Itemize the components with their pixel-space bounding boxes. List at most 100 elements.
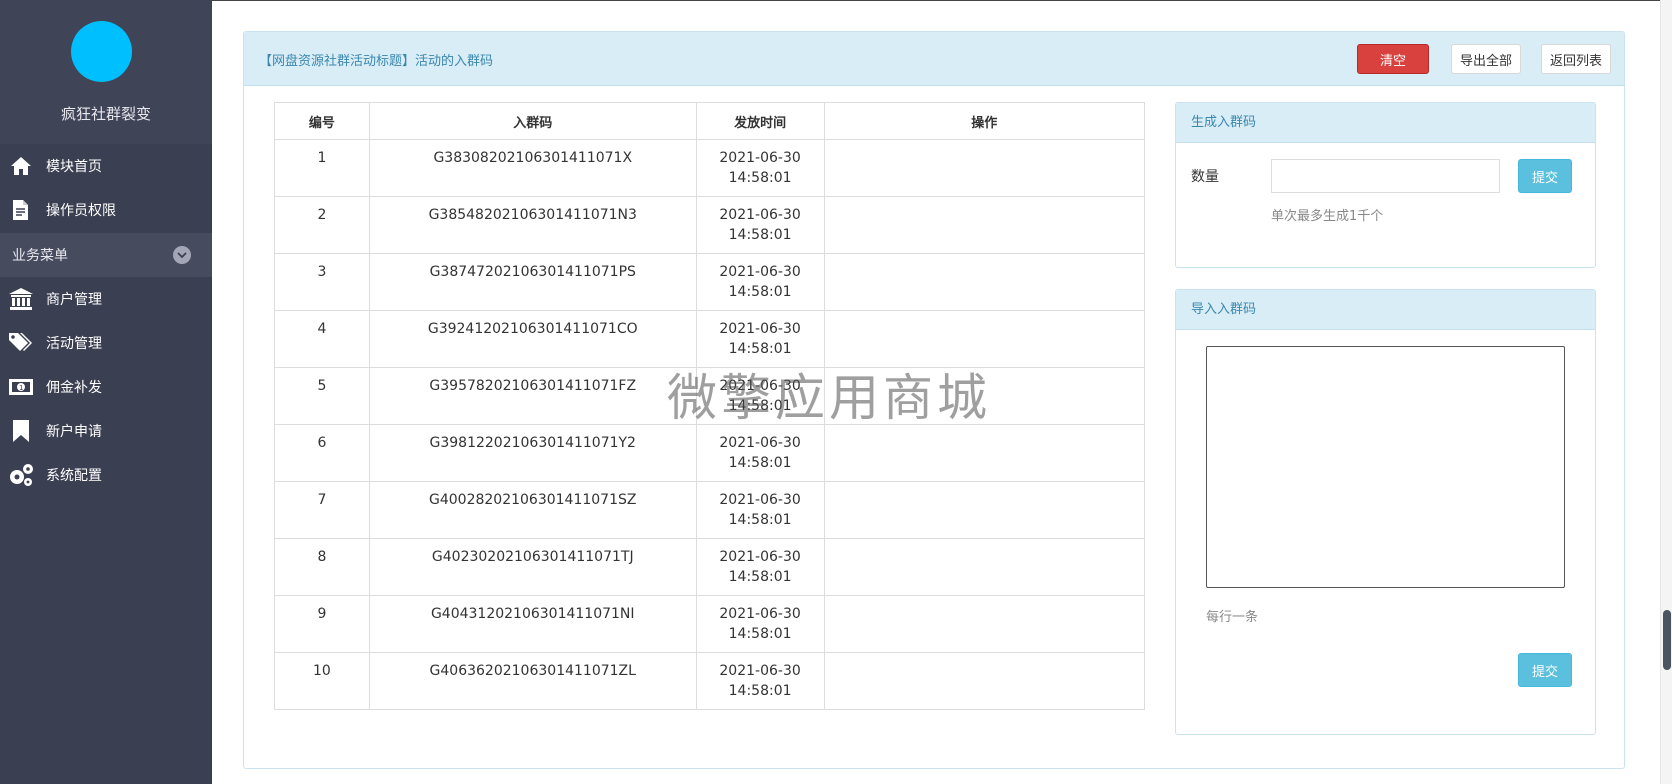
- row-code: G38548202106301411071N3: [368, 196, 697, 254]
- row-code-text: G40431202106301411071NI: [430, 606, 635, 622]
- row-issue-time-text: 2021-06-30: [719, 606, 801, 622]
- row-code-text: G40636202106301411071ZL: [429, 663, 636, 679]
- row-issue-time-text: 14:58:01: [728, 398, 792, 414]
- sidebar-item-system-config[interactable]: 系统配置: [0, 453, 212, 497]
- row-code: G39578202106301411071FZ: [368, 367, 697, 425]
- generate-box-title: 生成入群码: [1176, 103, 1595, 143]
- row-issue-time-text: 14:58:01: [728, 569, 792, 585]
- row-actions: [823, 538, 1146, 596]
- sidebar-item-home[interactable]: 模块首页: [0, 144, 212, 188]
- quantity-input[interactable]: [1271, 159, 1500, 193]
- row-code-text: G38308202106301411071X: [433, 150, 633, 166]
- row-code-text: G39578202106301411071FZ: [429, 378, 637, 394]
- row-actions: [823, 196, 1146, 254]
- row-number: 3: [274, 253, 370, 311]
- sidebar-item-label: 新户申请: [46, 424, 102, 440]
- row-number-text: 8: [317, 549, 327, 565]
- row-code: G40431202106301411071NI: [368, 595, 697, 653]
- row-number: 4: [274, 310, 370, 368]
- edit-document-icon: [8, 197, 34, 223]
- sidebar-item-activity-management[interactable]: 活动管理: [0, 321, 212, 365]
- sidebar-item-operator-permissions[interactable]: 操作员权限: [0, 188, 212, 232]
- table-row: 4 G39241202106301411071CO 2021-06-30 14:58:…: [274, 310, 1146, 368]
- row-number-text: 9: [317, 606, 327, 622]
- page-scrollbar[interactable]: [1660, 0, 1672, 784]
- sidebar-section-business-menu[interactable]: 业务菜单: [0, 233, 212, 277]
- row-number: 5: [274, 367, 370, 425]
- row-code: G40636202106301411071ZL: [368, 652, 697, 710]
- chevron-down-icon[interactable]: [173, 246, 191, 264]
- column-header-actions: 操作: [823, 102, 1146, 140]
- table-row: 10 G40636202106301411071ZL 2021-06-30 14:58…: [274, 652, 1146, 710]
- row-issue-time-text: 2021-06-30: [719, 264, 801, 280]
- sidebar-item-label: 商户管理: [46, 292, 102, 308]
- sidebar-item-label: 操作员权限: [46, 203, 116, 219]
- sidebar-item-commission-reissue[interactable]: 1 佣金补发: [0, 365, 212, 409]
- row-number: 10: [274, 652, 370, 710]
- table-row: 6 G39812202106301411071Y2 2021-06-30 14:58:…: [274, 424, 1146, 482]
- generate-codes-box: 生成入群码 数量 提交 单次最多生成1千个: [1175, 102, 1596, 268]
- clear-button[interactable]: 清空: [1357, 44, 1429, 74]
- row-number-text: 10: [313, 663, 331, 679]
- bank-icon: [8, 286, 34, 312]
- row-issue-time-text: 2021-06-30: [719, 435, 801, 451]
- row-code-text: G40230202106301411071TJ: [431, 549, 634, 565]
- scrollbar-thumb[interactable]: [1663, 610, 1671, 670]
- tags-icon: [8, 330, 34, 356]
- sidebar-item-merchant-management[interactable]: 商户管理: [0, 277, 212, 321]
- row-actions: [823, 367, 1146, 425]
- sidebar-item-new-account-application[interactable]: 新户申请: [0, 409, 212, 453]
- export-all-button[interactable]: 导出全部: [1451, 44, 1521, 74]
- row-actions: [823, 481, 1146, 539]
- codes-table: 编号 入群码 发放时间 操作 1 G38308202106301411071X 20…: [274, 102, 1146, 710]
- row-code: G39812202106301411071Y2: [368, 424, 697, 482]
- row-code: G39241202106301411071CO: [368, 310, 697, 368]
- row-code-text: G38747202106301411071PS: [429, 264, 636, 280]
- row-number: 2: [274, 196, 370, 254]
- row-code: G40230202106301411071TJ: [368, 538, 697, 596]
- import-box-title: 导入入群码: [1176, 290, 1595, 330]
- table-row: 8 G40230202106301411071TJ 2021-06-30 14:58:…: [274, 538, 1146, 596]
- row-issue-time: 2021-06-30 14:58:01: [695, 196, 825, 254]
- row-issue-time-text: 14:58:01: [728, 284, 792, 300]
- avatar[interactable]: [71, 21, 132, 82]
- row-code-text: G40028202106301411071SZ: [429, 492, 637, 508]
- top-border: [212, 0, 1672, 1]
- import-submit-button[interactable]: 提交: [1518, 653, 1572, 687]
- bookmark-icon: [8, 418, 34, 444]
- row-actions: [823, 424, 1146, 482]
- row-actions: [823, 595, 1146, 653]
- table-row: 2 G38548202106301411071N3 2021-06-30 14:58:…: [274, 196, 1146, 254]
- row-number-text: 5: [317, 378, 327, 394]
- row-issue-time: 2021-06-30 14:58:01: [695, 253, 825, 311]
- row-issue-time-text: 14:58:01: [728, 170, 792, 186]
- back-to-list-button[interactable]: 返回列表: [1541, 44, 1611, 74]
- row-number: 9: [274, 595, 370, 653]
- row-issue-time: 2021-06-30 14:58:01: [695, 652, 825, 710]
- row-number-text: 3: [317, 264, 327, 280]
- sidebar-profile: 疯狂社群裂变: [0, 0, 212, 144]
- row-number-text: 2: [317, 207, 327, 223]
- row-actions: [823, 652, 1146, 710]
- row-number: 7: [274, 481, 370, 539]
- import-hint: 每行一条: [1206, 610, 1259, 625]
- import-codes-box: 导入入群码 每行一条 提交: [1175, 289, 1596, 735]
- column-header-code: 入群码: [368, 102, 697, 140]
- row-code-text: G39241202106301411071CO: [427, 321, 638, 337]
- row-issue-time: 2021-06-30 14:58:01: [695, 139, 825, 197]
- row-issue-time: 2021-06-30 14:58:01: [695, 424, 825, 482]
- row-issue-time-text: 14:58:01: [728, 683, 792, 699]
- svg-text:1: 1: [19, 384, 23, 392]
- row-issue-time: 2021-06-30 14:58:01: [695, 481, 825, 539]
- row-issue-time: 2021-06-30 14:58:01: [695, 310, 825, 368]
- sidebar-item-label: 佣金补发: [46, 380, 102, 396]
- generate-submit-button[interactable]: 提交: [1518, 159, 1572, 193]
- table-row: 5 G39578202106301411071FZ 2021-06-30 14:58:…: [274, 367, 1146, 425]
- page-title: 【网盘资源社群活动标题】活动的入群码: [259, 54, 494, 69]
- sidebar-item-label: 系统配置: [46, 468, 102, 484]
- gears-icon: [8, 462, 34, 488]
- row-code: G38308202106301411071X: [368, 139, 697, 197]
- row-issue-time-text: 14:58:01: [728, 341, 792, 357]
- import-textarea[interactable]: [1206, 346, 1565, 588]
- row-issue-time-text: 14:58:01: [728, 626, 792, 642]
